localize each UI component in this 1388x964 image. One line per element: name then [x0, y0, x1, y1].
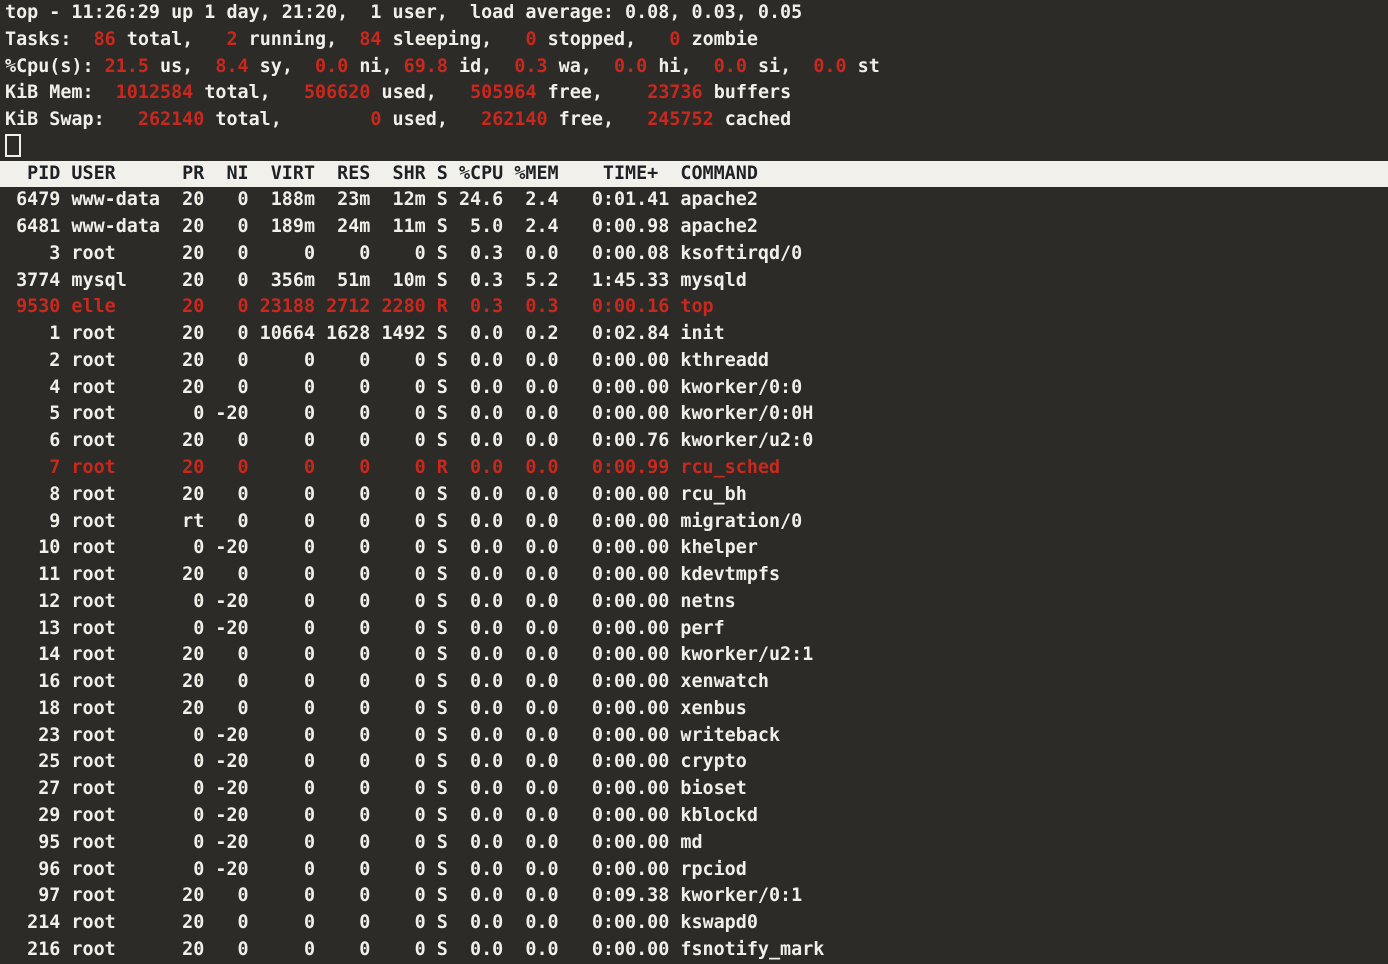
summary-label: id, [448, 56, 514, 77]
summary-value: 0.0 [813, 56, 846, 77]
summary-value: 0 [370, 109, 381, 130]
process-row: 16 root 20 0 0 0 0 S 0.0 0.0 0:00.00 xen… [0, 669, 1388, 696]
summary-label: free, [537, 82, 648, 103]
process-row: 11 root 20 0 0 0 0 S 0.0 0.0 0:00.00 kde… [0, 562, 1388, 589]
summary-label: wa, [548, 56, 614, 77]
process-row: 14 root 20 0 0 0 0 S 0.0 0.0 0:00.00 kwo… [0, 642, 1388, 669]
summary-label: cached [714, 109, 792, 130]
summary-label: st [847, 56, 880, 77]
process-row: 27 root 0 -20 0 0 0 S 0.0 0.0 0:00.00 bi… [0, 776, 1388, 803]
cursor-line [0, 134, 1388, 161]
summary-label: total, [204, 109, 370, 130]
process-row: 6 root 20 0 0 0 0 S 0.0 0.0 0:00.76 kwor… [0, 428, 1388, 455]
process-row: 23 root 0 -20 0 0 0 S 0.0 0.0 0:00.00 wr… [0, 723, 1388, 750]
summary-value: 0.0 [614, 56, 647, 77]
process-row: 3 root 20 0 0 0 0 S 0.3 0.0 0:00.08 ksof… [0, 241, 1388, 268]
summary-label: KiB Swap: [5, 109, 138, 130]
summary-label: us, [149, 56, 215, 77]
uptime-line: top - 11:26:29 up 1 day, 21:20, 1 user, … [0, 0, 1388, 27]
process-row: 2 root 20 0 0 0 0 S 0.0 0.0 0:00.00 kthr… [0, 348, 1388, 375]
tasks-line: Tasks: 86 total, 2 running, 84 sleeping,… [0, 27, 1388, 54]
summary-value: 0.3 [514, 56, 547, 77]
process-row: 95 root 0 -20 0 0 0 S 0.0 0.0 0:00.00 md [0, 830, 1388, 857]
summary-value: 8.4 [215, 56, 248, 77]
text-cursor [5, 134, 21, 157]
summary-label: %Cpu(s): [5, 56, 105, 77]
summary-value: 21.5 [105, 56, 149, 77]
summary-value: 86 [94, 29, 116, 50]
process-row: 216 root 20 0 0 0 0 S 0.0 0.0 0:00.00 fs… [0, 937, 1388, 964]
process-row: 97 root 20 0 0 0 0 S 0.0 0.0 0:09.38 kwo… [0, 883, 1388, 910]
process-row: 25 root 0 -20 0 0 0 S 0.0 0.0 0:00.00 cr… [0, 749, 1388, 776]
summary-label: used, [381, 109, 481, 130]
process-row: 10 root 0 -20 0 0 0 S 0.0 0.0 0:00.00 kh… [0, 535, 1388, 562]
summary-value: 0.0 [714, 56, 747, 77]
terminal-screen[interactable]: top - 11:26:29 up 1 day, 21:20, 1 user, … [0, 0, 1388, 964]
mem-line: KiB Mem: 1012584 total, 506620 used, 505… [0, 80, 1388, 107]
summary-value: 0 [669, 29, 680, 50]
summary-value: 245752 [647, 109, 713, 130]
summary-label: ni, [348, 56, 403, 77]
process-row: 6479 www-data 20 0 188m 23m 12m S 24.6 2… [0, 187, 1388, 214]
process-row: 3774 mysql 20 0 356m 51m 10m S 0.3 5.2 1… [0, 268, 1388, 295]
swap-line: KiB Swap: 262140 total, 0 used, 262140 f… [0, 107, 1388, 134]
process-row: 13 root 0 -20 0 0 0 S 0.0 0.0 0:00.00 pe… [0, 616, 1388, 643]
process-row: 9530 elle 20 0 23188 2712 2280 R 0.3 0.3… [0, 294, 1388, 321]
summary-label: buffers [703, 82, 792, 103]
summary-value: 69.8 [404, 56, 448, 77]
process-row: 29 root 0 -20 0 0 0 S 0.0 0.0 0:00.00 kb… [0, 803, 1388, 830]
summary-value: 0 [525, 29, 536, 50]
summary-label: free, [548, 109, 648, 130]
summary-value: 2 [226, 29, 237, 50]
summary-value: 262140 [481, 109, 547, 130]
summary-value: 505964 [470, 82, 536, 103]
summary-value: 506620 [304, 82, 370, 103]
summary-label: si, [747, 56, 813, 77]
summary-label: Tasks: [5, 29, 94, 50]
process-row: 7 root 20 0 0 0 0 R 0.0 0.0 0:00.99 rcu_… [0, 455, 1388, 482]
summary-value: 0.0 [315, 56, 348, 77]
summary-value: 1012584 [116, 82, 194, 103]
summary-label: hi, [647, 56, 713, 77]
summary-label: stopped, [537, 29, 670, 50]
summary-label: used, [370, 82, 470, 103]
process-row: 8 root 20 0 0 0 0 S 0.0 0.0 0:00.00 rcu_… [0, 482, 1388, 509]
summary-value: 262140 [138, 109, 204, 130]
process-row: 214 root 20 0 0 0 0 S 0.0 0.0 0:00.00 ks… [0, 910, 1388, 937]
process-row: 96 root 0 -20 0 0 0 S 0.0 0.0 0:00.00 rp… [0, 857, 1388, 884]
summary-value: 23736 [647, 82, 702, 103]
summary-label: total, [116, 29, 227, 50]
summary-label: running, [238, 29, 360, 50]
summary-label: total, [193, 82, 304, 103]
summary-label: zombie [680, 29, 758, 50]
summary-label: top - 11:26:29 up 1 day, 21:20, 1 user, … [5, 2, 802, 23]
process-row: 12 root 0 -20 0 0 0 S 0.0 0.0 0:00.00 ne… [0, 589, 1388, 616]
process-table: 6479 www-data 20 0 188m 23m 12m S 24.6 2… [0, 187, 1388, 963]
cpu-line: %Cpu(s): 21.5 us, 8.4 sy, 0.0 ni, 69.8 i… [0, 54, 1388, 81]
process-row: 4 root 20 0 0 0 0 S 0.0 0.0 0:00.00 kwor… [0, 375, 1388, 402]
process-row: 1 root 20 0 10664 1628 1492 S 0.0 0.2 0:… [0, 321, 1388, 348]
process-row: 18 root 20 0 0 0 0 S 0.0 0.0 0:00.00 xen… [0, 696, 1388, 723]
summary-label: sleeping, [382, 29, 526, 50]
summary-label: KiB Mem: [5, 82, 116, 103]
process-row: 5 root 0 -20 0 0 0 S 0.0 0.0 0:00.00 kwo… [0, 401, 1388, 428]
summary-value: 84 [359, 29, 381, 50]
process-row: 9 root rt 0 0 0 0 S 0.0 0.0 0:00.00 migr… [0, 509, 1388, 536]
top-summary-area: top - 11:26:29 up 1 day, 21:20, 1 user, … [0, 0, 1388, 134]
summary-label: sy, [249, 56, 315, 77]
process-row: 6481 www-data 20 0 189m 24m 11m S 5.0 2.… [0, 214, 1388, 241]
process-table-header: PID USER PR NI VIRT RES SHR S %CPU %MEM … [0, 161, 1388, 188]
